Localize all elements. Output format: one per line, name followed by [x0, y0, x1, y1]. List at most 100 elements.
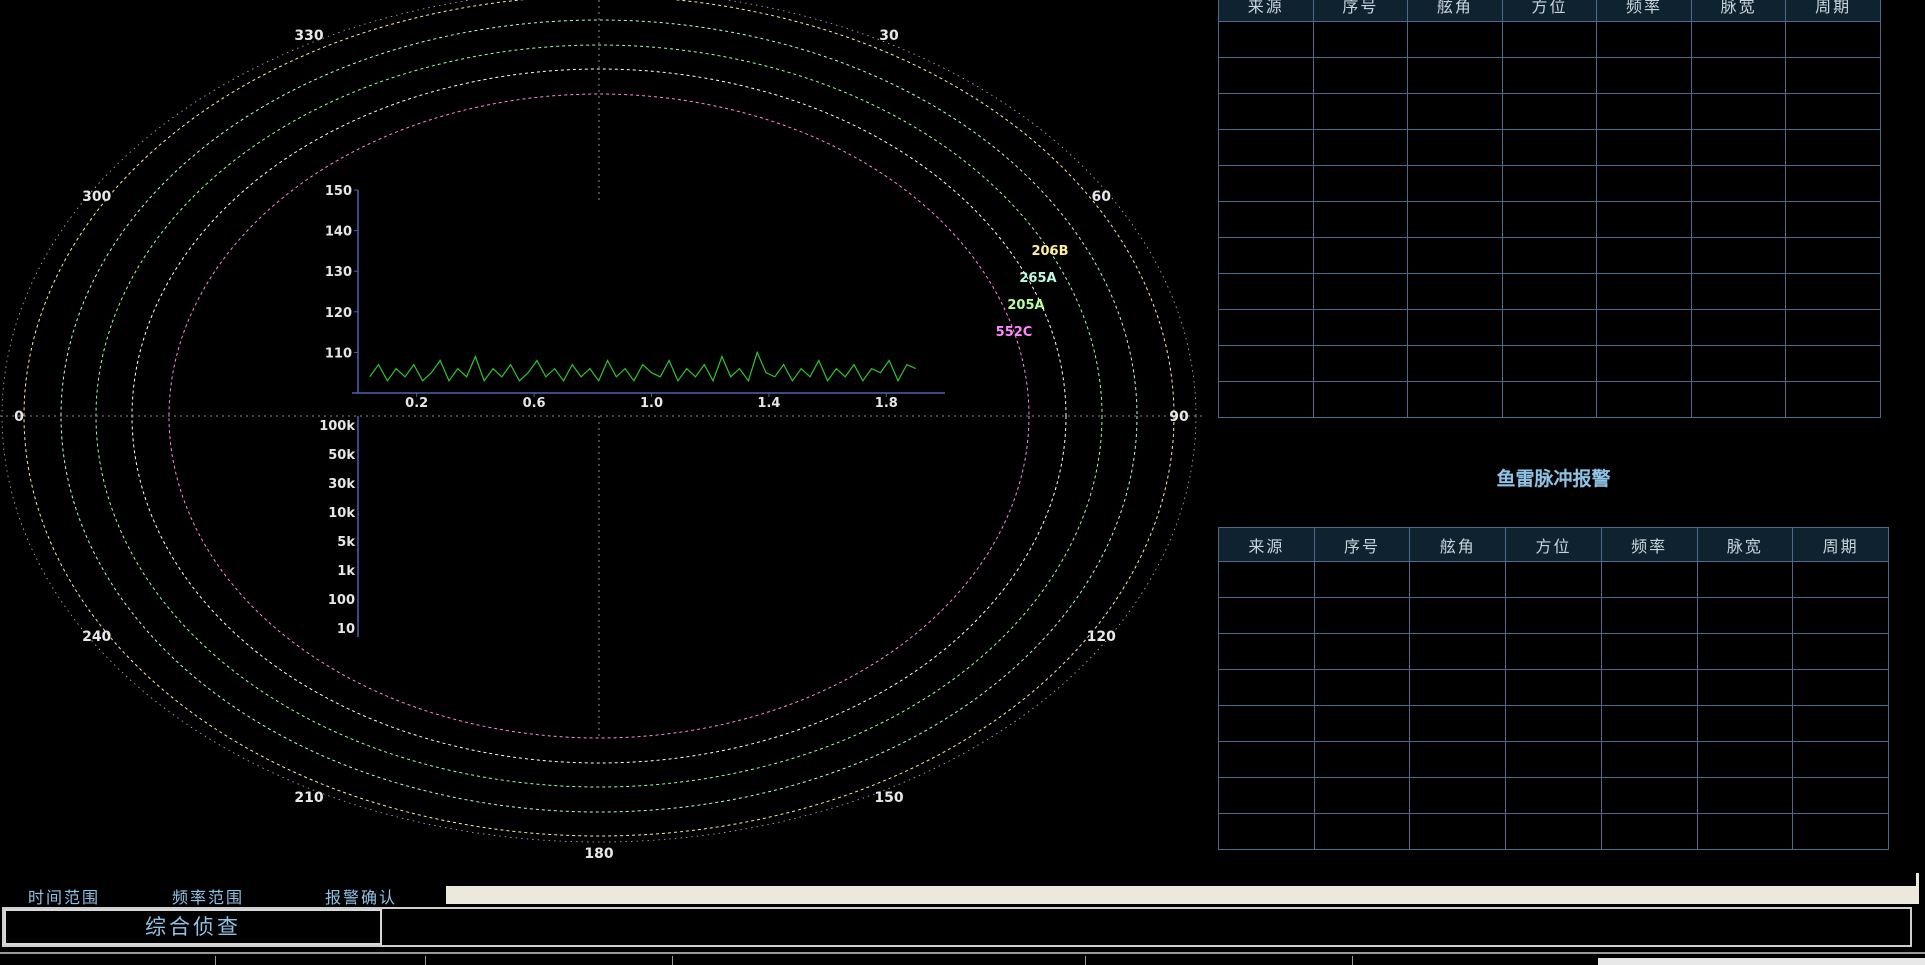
alarm-table-cell [1218, 669, 1315, 706]
target-label: 552C [996, 325, 1033, 340]
alarm-table-cell [1218, 705, 1315, 742]
alarm-table-cell [1696, 633, 1794, 670]
alarm-table-cell [1696, 669, 1794, 706]
contact-table-cell [1218, 273, 1314, 310]
contact-table-cell [1596, 201, 1692, 238]
alarm-table-cell [1505, 813, 1602, 850]
alarm-table-column-header: 周期 [1792, 527, 1889, 562]
horizontal-scrollbar[interactable] [446, 886, 1916, 904]
alarm-table-cell [1792, 597, 1889, 634]
time-range-button[interactable]: 时间范围 [28, 884, 100, 908]
contact-table-cell [1218, 129, 1314, 166]
contact-table-cell [1218, 309, 1314, 346]
alarm-table-cell [1696, 741, 1794, 778]
contact-table-cell [1501, 93, 1598, 130]
bearing-label-120: 120 [1087, 629, 1116, 645]
contact-table-cell [1690, 165, 1787, 202]
contact-table-cell [1785, 129, 1881, 166]
contact-table-cell [1407, 201, 1503, 238]
alarm-table-row[interactable] [1218, 561, 1889, 598]
contact-table-cell [1218, 345, 1314, 382]
alarm-table-row[interactable] [1218, 597, 1889, 634]
contact-table-row[interactable] [1218, 381, 1881, 418]
contact-table-cell [1596, 129, 1692, 166]
contact-table-cell [1785, 201, 1881, 238]
contact-table-cell [1785, 273, 1881, 310]
alarm-table-cell [1696, 561, 1794, 598]
alarm-table-column-header: 舷角 [1409, 527, 1507, 562]
alarm-table-cell [1792, 669, 1889, 706]
alarm-table-cell [1505, 741, 1602, 778]
contact-table-row[interactable] [1218, 201, 1881, 238]
contact-table-cell [1690, 129, 1787, 166]
alarm-table-row[interactable] [1218, 813, 1889, 850]
bearing-label-300: 300 [82, 189, 111, 205]
contact-table-cell [1312, 237, 1409, 274]
contact-table-row[interactable] [1218, 273, 1881, 310]
alarm-table-cell [1409, 633, 1507, 670]
crosshair [0, 0, 1205, 740]
contact-table-cell [1785, 345, 1881, 382]
contact-table-row[interactable] [1218, 165, 1881, 202]
alarm-table-cell [1218, 597, 1315, 634]
alarm-table-cell [1792, 705, 1889, 742]
contact-table-row[interactable] [1218, 309, 1881, 346]
alarm-table-cell [1409, 597, 1507, 634]
frequency-range-button[interactable]: 频率范围 [172, 884, 244, 908]
bottom-separator [425, 956, 426, 965]
frequency-tick-label: 100k [319, 419, 355, 434]
bottom-status-strip [1598, 958, 1925, 965]
alarm-table-cell [1696, 597, 1794, 634]
x-tick-label: 0.6 [523, 396, 546, 411]
alarm-table-row[interactable] [1218, 705, 1889, 742]
contact-table-cell [1785, 165, 1881, 202]
target-label: 265A [1019, 271, 1056, 286]
contact-table-cell [1312, 57, 1409, 94]
contact-table-cell [1312, 165, 1409, 202]
alarm-table-cell [1313, 561, 1411, 598]
contact-table-cell [1407, 21, 1503, 58]
contact-table-row[interactable] [1218, 345, 1881, 382]
alarm-table-cell [1792, 633, 1889, 670]
alarm-table-row[interactable] [1218, 633, 1889, 670]
alarm-table-cell [1792, 777, 1889, 814]
contact-table-cell [1501, 273, 1598, 310]
torpedo-alarm-title: 鱼雷脉冲报警 [1496, 468, 1611, 490]
y-tick-label: 120 [325, 306, 352, 321]
contact-table-cell [1690, 21, 1787, 58]
alarm-table-cell [1409, 669, 1507, 706]
alarm-table-cell [1313, 741, 1411, 778]
contact-table-cell [1218, 57, 1314, 94]
alarm-table-cell [1409, 813, 1507, 850]
alarm-table-row[interactable] [1218, 741, 1889, 778]
contact-table-row[interactable] [1218, 129, 1881, 166]
alarm-table-cell [1505, 633, 1602, 670]
alarm-table-cell [1505, 561, 1602, 598]
integrated-reconnaissance-button[interactable]: 综合侦查 [4, 909, 382, 945]
contact-table-cell [1690, 309, 1787, 346]
contact-table-row[interactable] [1218, 237, 1881, 274]
contact-table-row[interactable] [1218, 21, 1881, 58]
alarm-table-cell [1218, 561, 1315, 598]
frequency-tick-label: 5k [337, 535, 355, 550]
contact-table-cell [1785, 309, 1881, 346]
contact-table-cell [1501, 309, 1598, 346]
contact-table-cell [1501, 381, 1598, 418]
alarm-confirm-button[interactable]: 报警确认 [325, 884, 397, 908]
contact-table-cell [1218, 237, 1314, 274]
contact-table-cell [1501, 345, 1598, 382]
contact-table-row[interactable] [1218, 57, 1881, 94]
alarm-table-cell [1313, 669, 1411, 706]
contact-table-column-header: 序号 [1312, 0, 1409, 22]
contact-table-cell [1407, 129, 1503, 166]
contact-table-cell [1596, 21, 1692, 58]
x-tick-label: 1.0 [640, 396, 663, 411]
x-tick-label: 1.4 [757, 396, 780, 411]
contact-table-cell [1690, 57, 1787, 94]
contact-table-row[interactable] [1218, 93, 1881, 130]
contact-table-cell [1218, 165, 1314, 202]
alarm-table-row[interactable] [1218, 669, 1889, 706]
alarm-table-row[interactable] [1218, 777, 1889, 814]
frequency-tick-label: 10 [337, 622, 355, 637]
contact-table-cell [1596, 345, 1692, 382]
